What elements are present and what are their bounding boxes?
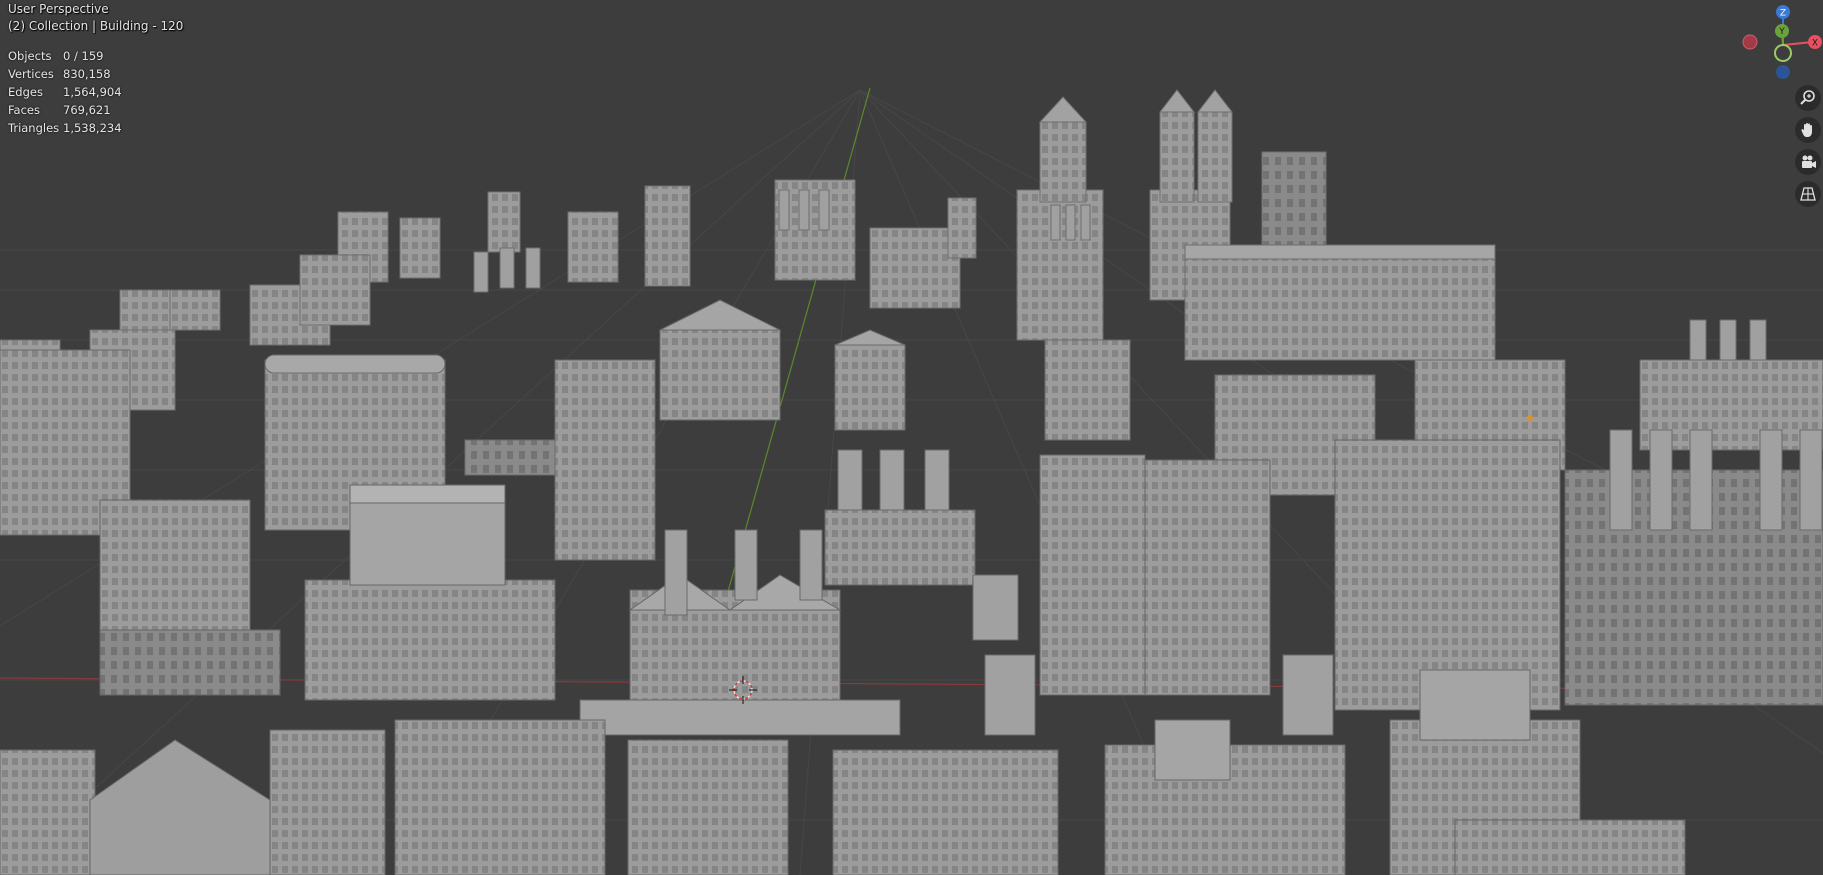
perspective-toggle-button[interactable] — [1795, 181, 1821, 207]
stat-label: Faces — [8, 103, 40, 117]
camera-view-button[interactable] — [1795, 149, 1821, 175]
stat-label: Edges — [8, 85, 43, 99]
stat-label: Vertices — [8, 67, 54, 81]
stat-faces: Faces 769,621 — [8, 101, 122, 119]
stat-triangles: Triangles 1,538,234 — [8, 119, 122, 137]
stat-value: 769,621 — [63, 103, 111, 117]
pan-button[interactable] — [1795, 117, 1821, 143]
z-axis-label: Z — [1780, 9, 1786, 19]
view-title: User Perspective — [8, 2, 109, 16]
stat-vertices: Vertices 830,158 — [8, 65, 122, 83]
neg-x-axis-handle[interactable] — [1742, 34, 1758, 50]
city-scene[interactable] — [0, 0, 1823, 875]
3d-viewport[interactable]: User Perspective (2) Collection | Buildi… — [0, 0, 1823, 875]
neg-y-axis-handle[interactable] — [1774, 44, 1792, 62]
stat-label: Objects — [8, 49, 52, 63]
stat-value: 1,538,234 — [63, 121, 122, 135]
zoom-button[interactable] — [1795, 85, 1821, 111]
stat-edges: Edges 1,564,904 — [8, 83, 122, 101]
collection-label: (2) Collection | Building - 120 — [8, 19, 184, 33]
stat-value: 830,158 — [63, 67, 111, 81]
hand-pan-icon — [1801, 123, 1812, 137]
navigation-gizmo[interactable]: Y Z X — [1733, 0, 1823, 90]
stat-objects: Objects 0 / 159 — [8, 47, 122, 65]
grid-perspective-icon — [1800, 187, 1816, 201]
camera-icon — [1802, 155, 1816, 168]
neg-z-axis-handle[interactable] — [1776, 65, 1790, 79]
stat-value: 1,564,904 — [63, 85, 122, 99]
object-origin — [1527, 415, 1533, 421]
x-axis-label: X — [1812, 39, 1818, 49]
zoom-icon — [1800, 90, 1815, 105]
stat-label: Triangles — [8, 121, 60, 135]
statistics-overlay: Objects 0 / 159 Vertices 830,158 Edges 1… — [8, 47, 122, 137]
y-axis-label: Y — [1778, 27, 1785, 37]
stat-value: 0 / 159 — [63, 49, 104, 63]
